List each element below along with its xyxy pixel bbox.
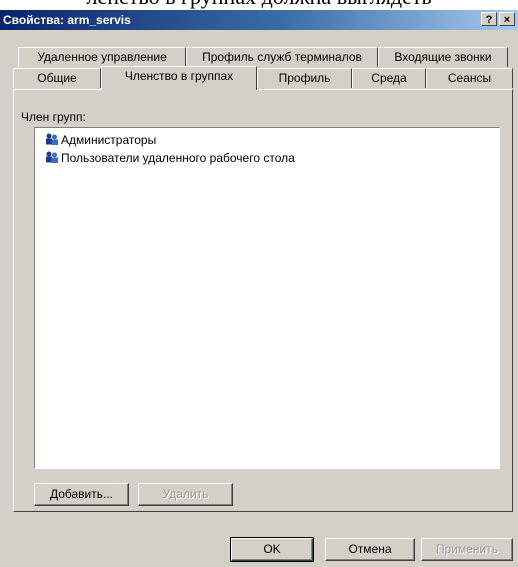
add-button[interactable]: Добавить... [34,483,129,506]
tab-sessions[interactable]: Сеансы [426,68,513,88]
title-bar[interactable]: Свойства: arm_servis ? × [0,10,518,30]
tab-remote-control[interactable]: Удаленное управление [18,47,186,67]
tab-dial-in[interactable]: Входящие звонки [378,47,508,67]
member-of-label: Член групп: [21,110,86,124]
window-title: Свойства: arm_servis [3,13,131,27]
list-item-label: Администраторы [61,133,157,147]
background-caption: ленство в группах должна выглядеть [0,0,518,10]
tab-profile[interactable]: Профиль [257,68,352,88]
close-button[interactable]: × [499,12,515,26]
list-item[interactable]: Администраторы [45,132,156,148]
tab-environment[interactable]: Среда [352,68,426,88]
list-item[interactable]: Пользователи удаленного рабочего стола [45,150,295,166]
apply-button[interactable]: Применить [421,538,513,561]
tab-general[interactable]: Общие [13,68,101,88]
cancel-button[interactable]: Отмена [325,538,415,561]
group-icon [45,132,59,146]
list-item-label: Пользователи удаленного рабочего стола [61,151,295,165]
groups-list[interactable]: Администраторы Пользователи удаленного р… [34,127,500,469]
ok-button[interactable]: OK [230,537,314,562]
properties-dialog: Свойства: arm_servis ? × Удаленное управ… [0,10,518,567]
group-icon [45,150,59,164]
remove-button[interactable]: Удалить [138,483,233,506]
tab-member-of[interactable]: Членство в группах [101,66,257,90]
tab-terminal-profile[interactable]: Профиль служб терминалов [186,47,378,67]
help-button[interactable]: ? [481,12,497,26]
caption-text: ленство в группах должна выглядеть [0,0,518,10]
